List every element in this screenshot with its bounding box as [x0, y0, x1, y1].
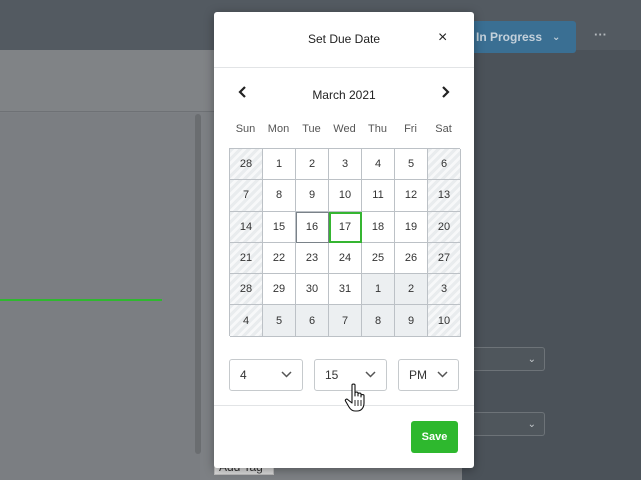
calendar-day-next-month[interactable]: 4 [230, 305, 263, 337]
calendar-day[interactable]: 5 [395, 149, 428, 181]
calendar-day[interactable]: 18 [362, 211, 395, 243]
weekday-label: Fri [404, 123, 417, 135]
progress-line [0, 299, 162, 301]
calendar-day[interactable]: 23 [296, 242, 329, 275]
calendar-day-next-month[interactable]: 2 [395, 274, 428, 306]
calendar-day-next-month[interactable]: 5 [263, 305, 296, 337]
chevron-down-icon: ⌄ [527, 418, 536, 430]
calendar-day[interactable]: 19 [395, 211, 428, 243]
calendar-day[interactable]: 24 [329, 242, 362, 275]
chevron-down-icon: ⌄ [527, 353, 536, 365]
calendar-day[interactable]: 29 [263, 274, 296, 306]
calendar-day[interactable]: 22 [263, 242, 296, 275]
more-options-button[interactable]: ··· [594, 27, 607, 42]
weekday-label: Sun [235, 123, 256, 135]
calendar-day[interactable]: 31 [329, 274, 362, 306]
calendar-day-next-month[interactable]: 6 [296, 305, 329, 337]
calendar-day-selected[interactable]: 17 [329, 211, 362, 243]
calendar-day[interactable]: 13 [428, 180, 461, 212]
calendar-day[interactable]: 11 [362, 180, 395, 212]
next-month-icon[interactable] [440, 85, 450, 104]
calendar-day[interactable]: 2 [296, 149, 329, 181]
sidebar-select-1[interactable]: ⌄ [462, 347, 545, 371]
weekday-header: Sun Mon Tue Wed Thu Fri Sat [229, 123, 460, 135]
modal-title: Set Due Date [307, 32, 381, 46]
calendar-day[interactable]: 8 [263, 180, 296, 212]
calendar-day[interactable]: 15 [263, 211, 296, 243]
calendar-day[interactable]: 30 [296, 274, 329, 306]
calendar-day[interactable]: 1 [263, 149, 296, 181]
calendar-day-next-month[interactable]: 8 [362, 305, 395, 337]
weekday-label: Mon [267, 123, 290, 135]
chevron-down-icon [365, 369, 376, 381]
calendar-day[interactable]: 25 [362, 242, 395, 275]
calendar-day[interactable]: 14 [230, 211, 263, 243]
status-label: In Progress [476, 30, 543, 44]
weekday-label: Wed [333, 123, 356, 135]
weekday-label: Tue [302, 123, 321, 135]
calendar-day[interactable]: 21 [230, 242, 263, 275]
calendar-day-today[interactable]: 16 [296, 211, 329, 243]
calendar-day[interactable]: 6 [428, 149, 461, 181]
status-dropdown[interactable]: In Progress ⌄ [466, 21, 576, 53]
chevron-down-icon [281, 369, 292, 381]
weekday-label: Thu [368, 123, 387, 135]
calendar-day[interactable]: 4 [362, 149, 395, 181]
close-icon[interactable]: × [438, 29, 447, 47]
calendar-day[interactable]: 3 [329, 149, 362, 181]
ampm-value: PM [409, 368, 427, 382]
hour-select[interactable]: 4 [229, 359, 303, 391]
calendar-day-next-month[interactable]: 10 [428, 305, 461, 337]
ampm-select[interactable]: PM [398, 359, 459, 391]
calendar-day[interactable]: 9 [296, 180, 329, 212]
minute-value: 15 [325, 368, 339, 382]
calendar-day[interactable]: 12 [395, 180, 428, 212]
weekday-label: Sat [435, 123, 452, 135]
hour-value: 4 [240, 368, 247, 382]
chevron-down-icon: ⌄ [552, 31, 561, 43]
calendar-day[interactable]: 26 [395, 242, 428, 275]
calendar-grid: 28 1 2 3 4 5 6 7 8 9 10 11 12 13 14 15 1… [229, 148, 461, 337]
sidebar-select-2[interactable]: ⌄ [462, 412, 545, 436]
calendar-day-next-month[interactable]: 3 [428, 274, 461, 306]
chevron-down-icon [437, 369, 448, 381]
calendar-day[interactable]: 28 [230, 274, 263, 306]
calendar-day-next-month[interactable]: 9 [395, 305, 428, 337]
panel-scrollbar[interactable] [195, 114, 201, 454]
save-button[interactable]: Save [411, 421, 458, 453]
task-content-area [0, 113, 200, 480]
calendar-day-next-month[interactable]: 1 [362, 274, 395, 306]
calendar-day[interactable]: 28 [230, 149, 263, 181]
calendar-day-next-month[interactable]: 7 [329, 305, 362, 337]
month-label: March 2021 [312, 88, 376, 102]
hand-cursor-icon [344, 383, 370, 413]
calendar-day[interactable]: 7 [230, 180, 263, 212]
calendar-day[interactable]: 10 [329, 180, 362, 212]
calendar-day[interactable]: 27 [428, 242, 461, 275]
calendar-day[interactable]: 20 [428, 211, 461, 243]
